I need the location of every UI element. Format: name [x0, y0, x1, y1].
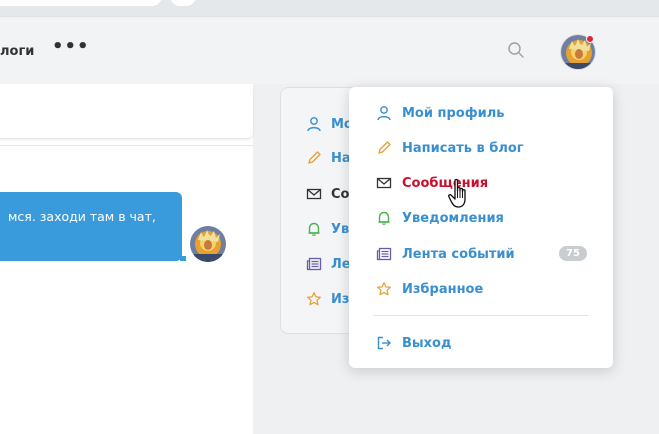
notification-dot [586, 35, 594, 43]
dropdown-item-feed[interactable]: Лента событий 75 [349, 242, 613, 266]
envelope-icon [376, 177, 392, 189]
dropdown-item-label: Избранное [402, 281, 484, 297]
sidebar-item-label: На [331, 150, 351, 166]
sidebar-item-label: Ув [331, 221, 350, 237]
content-card [0, 86, 253, 139]
dropdown-item-label: Мой профиль [402, 105, 505, 121]
nav-more-button[interactable]: ••• [52, 38, 90, 56]
user-icon [377, 106, 391, 121]
sidebar-item-write[interactable]: На [306, 148, 351, 168]
dropdown-item-logout[interactable]: Выход [349, 331, 613, 355]
chat-message-bubble: мся. заходи там в чат, [0, 192, 182, 261]
search-icon[interactable] [507, 41, 525, 59]
sidebar-item-label: Со [331, 186, 350, 202]
main-content: мся. заходи там в чат, [0, 84, 253, 434]
envelope-icon [306, 188, 322, 200]
user-dropdown-menu: Мой профиль Написать в блог Сообщения Ув… [349, 87, 613, 368]
sidebar-item-label: Ле [331, 256, 351, 272]
dropdown-item-label: Выход [402, 335, 452, 351]
chat-bubble-tail [180, 256, 186, 261]
star-icon [377, 282, 391, 296]
message-avatar[interactable] [190, 226, 226, 262]
dropdown-item-write-blog[interactable]: Написать в блог [349, 136, 613, 160]
dropdown-divider [373, 315, 588, 316]
user-icon [307, 117, 321, 132]
sidebar-item-profile[interactable]: Мо [306, 114, 353, 134]
dropdown-item-notifications[interactable]: Уведомления [349, 206, 613, 230]
pencil-icon [378, 141, 391, 154]
feed-count-badge: 75 [559, 246, 587, 261]
sidebar-item-favorites[interactable]: Из [306, 289, 349, 309]
bell-icon [378, 211, 390, 225]
browser-top-strip [0, 0, 659, 17]
dropdown-item-label: Лента событий [402, 246, 515, 262]
hand-cursor-icon [448, 178, 466, 208]
sidebar-item-feed[interactable]: Ле [306, 254, 351, 274]
chat-message-text: мся. заходи там в чат, [8, 209, 156, 224]
star-icon [307, 292, 321, 306]
logout-icon [377, 336, 391, 350]
dropdown-item-profile[interactable]: Мой профиль [349, 101, 613, 125]
pencil-icon [308, 151, 321, 164]
top-round-button[interactable] [170, 0, 196, 6]
bell-icon [308, 222, 320, 236]
nav-item-blogs[interactable]: логи [0, 44, 34, 59]
sidebar-item-messages[interactable]: Со [306, 184, 349, 204]
sidebar-item-label: Из [331, 291, 350, 307]
dropdown-item-label: Написать в блог [402, 140, 524, 156]
feed-icon [306, 257, 322, 271]
user-avatar-button[interactable] [560, 34, 596, 70]
dropdown-item-messages[interactable]: Сообщения [349, 171, 613, 195]
feed-icon [376, 247, 392, 261]
top-navbar: логи ••• [0, 18, 659, 84]
dropdown-item-label: Уведомления [402, 210, 504, 226]
top-search-pill[interactable] [0, 0, 162, 6]
content-divider [0, 145, 253, 146]
dropdown-item-favorites[interactable]: Избранное [349, 277, 613, 301]
sidebar-item-notifications[interactable]: Ув [306, 219, 349, 239]
